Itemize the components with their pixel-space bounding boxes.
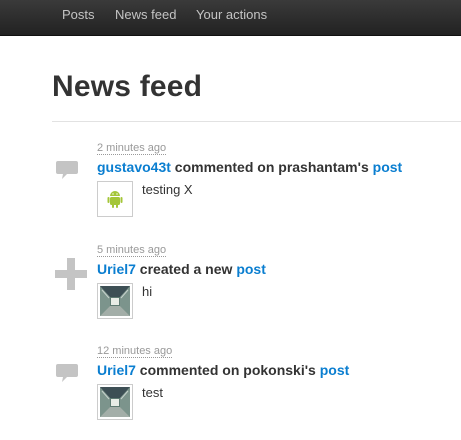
- corridor-photo[interactable]: [97, 283, 133, 319]
- nav-news-feed[interactable]: News feed: [115, 0, 176, 30]
- top-navbar: Posts News feed Your actions: [0, 0, 461, 36]
- feed-entry: 12 minutes ago Uriel7 commented on pokon…: [0, 343, 461, 433]
- post-link[interactable]: post: [236, 261, 266, 277]
- corridor-photo[interactable]: [97, 384, 133, 420]
- comment-icon: [55, 160, 79, 185]
- entry-text: test: [142, 385, 163, 400]
- entry-headline: Uriel7 commented on pokonski's post: [97, 362, 349, 378]
- android-icon[interactable]: [97, 181, 133, 217]
- comment-icon: [55, 363, 79, 388]
- timestamp: 5 minutes ago: [97, 244, 167, 257]
- timestamp: 12 minutes ago: [97, 345, 173, 358]
- entry-headline: Uriel7 created a new post: [97, 261, 266, 277]
- page-title: News feed: [52, 70, 203, 103]
- post-link[interactable]: post: [320, 362, 350, 378]
- plus-icon: [55, 258, 87, 295]
- action-text: commented on prashantam's: [170, 159, 373, 175]
- feed-entry: 5 minutes ago Uriel7 created a new post …: [0, 242, 461, 332]
- action-text: commented on pokonski's: [135, 362, 320, 378]
- title-divider: [52, 121, 461, 122]
- user-link[interactable]: Uriel7: [97, 261, 136, 277]
- entry-text: testing X: [142, 182, 193, 197]
- timestamp: 2 minutes ago: [97, 142, 167, 155]
- nav-posts[interactable]: Posts: [62, 0, 95, 30]
- action-text: created a new: [135, 261, 237, 277]
- post-link[interactable]: post: [373, 159, 403, 175]
- user-link[interactable]: gustavo43t: [97, 159, 171, 175]
- entry-text: hi: [142, 284, 153, 299]
- entry-headline: gustavo43t commented on prashantam's pos…: [97, 159, 402, 175]
- nav-your-actions[interactable]: Your actions: [196, 0, 267, 30]
- user-link[interactable]: Uriel7: [97, 362, 136, 378]
- feed-entry: 2 minutes ago gustavo43t commented on pr…: [0, 140, 461, 230]
